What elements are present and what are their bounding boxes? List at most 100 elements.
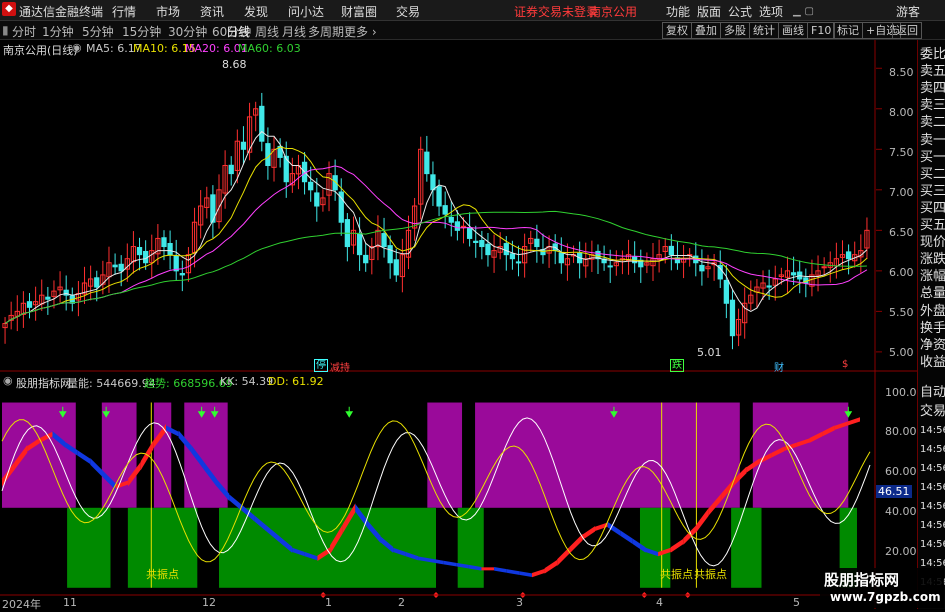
marker-suspend[interactable]: 停	[314, 359, 328, 372]
candle-body[interactable]	[723, 279, 729, 304]
settings-circle-icon[interactable]: ◉	[72, 41, 82, 54]
y-tick-label: 6.50	[889, 226, 914, 239]
candle-body[interactable]	[558, 252, 564, 264]
candle-body[interactable]	[503, 243, 509, 256]
candle-body[interactable]	[265, 143, 271, 167]
candle-body[interactable]	[466, 227, 473, 239]
candle-body[interactable]	[729, 299, 736, 337]
tab-period-30min[interactable]: 30分钟	[168, 23, 207, 40]
menu-item-ask[interactable]: 问小达	[288, 3, 324, 20]
tab-period-weekly[interactable]: 周线	[255, 23, 279, 40]
window-controls[interactable]: ▁ ▢	[793, 3, 833, 17]
candle-body[interactable]	[259, 105, 265, 142]
candle-body[interactable]	[473, 240, 479, 243]
tab-period-more[interactable]: 更多 ›	[344, 23, 377, 40]
candle-body[interactable]	[668, 245, 674, 256]
candle-body[interactable]	[387, 245, 393, 264]
candle-body[interactable]	[356, 232, 363, 256]
marker-dividend[interactable]: $	[842, 359, 848, 370]
marker-fall[interactable]: 跌	[670, 359, 684, 372]
oversold-zone	[219, 507, 436, 588]
btn-restore-rights[interactable]: 复权	[662, 22, 692, 39]
marker-reduce[interactable]: 减持	[330, 359, 350, 374]
candle-body[interactable]	[454, 221, 461, 231]
menu-layout[interactable]: 版面	[697, 3, 721, 20]
candle-body[interactable]	[136, 247, 143, 256]
candle-body[interactable]	[460, 225, 467, 228]
candle-body[interactable]	[308, 181, 314, 191]
tab-period-1min[interactable]: 1分钟	[42, 23, 74, 40]
login-warning[interactable]: 证券交易未登录	[514, 3, 598, 20]
candle-body[interactable]	[430, 174, 436, 191]
tab-period-5min[interactable]: 5分钟	[82, 23, 114, 40]
candle-body[interactable]	[699, 264, 705, 272]
quote-field-label: 买三	[920, 183, 945, 199]
candle-body[interactable]	[393, 259, 399, 276]
menu-function[interactable]: 功能	[666, 3, 690, 20]
candle-body[interactable]	[240, 141, 247, 150]
watermark: 股朋指标网 www.7gpzb.com	[820, 568, 944, 608]
candle-body[interactable]	[228, 164, 234, 175]
btn-overlay[interactable]: 叠加	[691, 22, 721, 39]
menu-formula[interactable]: 公式	[728, 3, 752, 20]
menu-item-discover[interactable]: 发现	[244, 3, 268, 20]
auto-trade-label[interactable]: 自动	[920, 384, 945, 401]
btn-statistics[interactable]: 统计	[749, 22, 779, 39]
auto-trade-label[interactable]: 交易	[920, 403, 945, 420]
y-tick-label: 8.00	[889, 106, 914, 119]
candle-body[interactable]	[436, 186, 442, 207]
candle-body[interactable]	[515, 261, 522, 264]
candle-body[interactable]	[448, 216, 454, 223]
candle-body[interactable]	[442, 205, 448, 215]
btn-f10[interactable]: F10	[807, 22, 836, 39]
minimize-icon[interactable]: ▁	[793, 6, 801, 17]
tab-period-daily[interactable]: 日线	[226, 23, 250, 40]
candle-body[interactable]	[766, 285, 772, 288]
candle-body[interactable]	[112, 264, 118, 268]
candle-body[interactable]	[509, 253, 516, 260]
candle-body[interactable]	[607, 265, 613, 268]
maximize-icon[interactable]: ▢	[805, 6, 814, 17]
candle-body[interactable]	[26, 301, 33, 308]
tab-period-monthly[interactable]: 月线	[282, 23, 306, 40]
indicator-title[interactable]: 股朋指标网	[16, 375, 71, 391]
candle-body[interactable]	[314, 192, 320, 207]
candle-body[interactable]	[118, 263, 124, 272]
menu-item-news[interactable]: 资讯	[200, 3, 224, 20]
candle-body[interactable]	[479, 240, 485, 248]
candle-body[interactable]	[167, 242, 173, 256]
candle-body[interactable]	[363, 254, 369, 264]
candle-body[interactable]	[161, 237, 167, 248]
menu-item-market[interactable]: 市场	[156, 3, 180, 20]
settings-circle-icon[interactable]: ◉	[3, 374, 13, 387]
candle-body[interactable]	[179, 273, 185, 276]
menu-item-trade[interactable]: 交易	[396, 3, 420, 20]
candle-body[interactable]	[485, 243, 491, 256]
sidebar-toggle-icon[interactable]: ▮	[2, 23, 9, 37]
candle-body[interactable]	[381, 233, 387, 248]
chart-area[interactable]	[0, 40, 917, 609]
tab-period-multi[interactable]: 多周期	[308, 23, 344, 40]
trend-ribbon-segment	[494, 567, 507, 573]
menu-item-wealth[interactable]: 财富圈	[341, 3, 377, 20]
btn-multi-stock[interactable]: 多股	[720, 22, 750, 39]
resonance-label: 共振点	[146, 568, 179, 581]
candle-body[interactable]	[94, 277, 100, 288]
candle-body[interactable]	[790, 272, 797, 276]
candle-body[interactable]	[821, 266, 827, 269]
btn-mark[interactable]: 标记	[833, 22, 863, 39]
menu-options[interactable]: 选项	[759, 3, 783, 20]
candle-body[interactable]	[45, 296, 51, 300]
tab-period-timeshare[interactable]: 分时	[12, 23, 36, 40]
menu-item-quotes[interactable]: 行情	[112, 3, 136, 20]
quote-side-panel[interactable]: 委比 卖五 卖四 卖三 卖二 卖一 买一 买二 买三 买四 买五 现价 涨跌 涨幅 总量 外盘 换手 净资 收益 自…	[917, 40, 945, 609]
btn-draw-line[interactable]: 画线	[778, 22, 808, 39]
candle-body[interactable]	[534, 238, 540, 248]
btn-back[interactable]: 返回	[892, 22, 922, 39]
candle-body[interactable]	[845, 251, 852, 260]
marker-finance[interactable]: 财	[774, 359, 784, 374]
candle-body[interactable]	[173, 255, 179, 272]
tab-period-15min[interactable]: 15分钟	[122, 23, 161, 40]
guest-user[interactable]: 游客	[896, 3, 920, 20]
candle-body[interactable]	[424, 151, 430, 175]
